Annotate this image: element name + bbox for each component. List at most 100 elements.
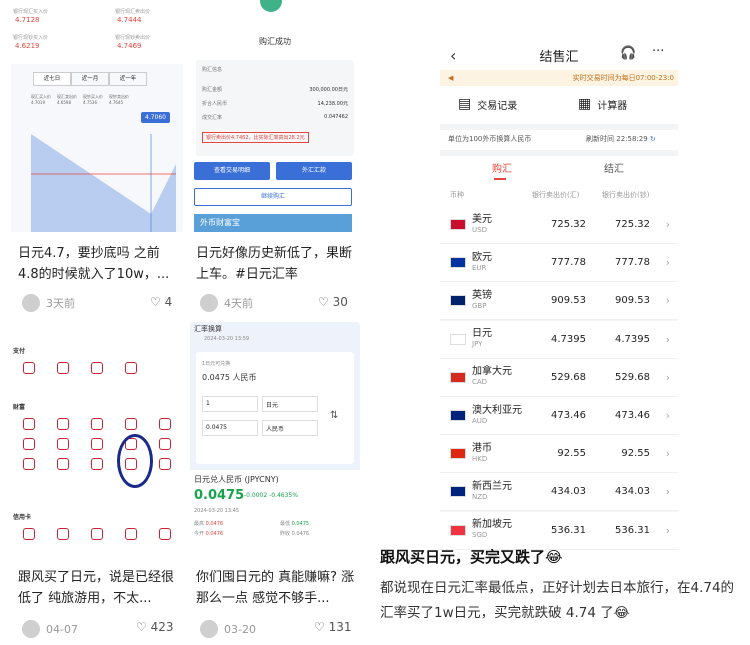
currency-row-hkd[interactable]: 港币 HKD 92.55 92.55 › [440,435,678,474]
card1-likes[interactable]: ♡ 4 [150,295,172,309]
currency-row-sgd[interactable]: 新加坡元 SGD 536.31 536.31 › [440,511,678,550]
currency-row-cad[interactable]: 加拿大元 CAD 529.68 529.68 › [440,358,678,397]
trade-records-button[interactable]: ▤ 交易记录 [458,96,517,112]
currency-name-cell: 港币 HKD [472,443,522,465]
flag-icon [450,486,466,498]
card3-likes[interactable]: ♡ 423 [136,620,174,634]
card2-caption[interactable]: 日元好像历史新低了，果断上车。#日元汇率 [196,243,356,285]
legend-value: 4.7536 [83,100,97,105]
currency-name: 新西兰元 [472,480,512,492]
wealth-icon[interactable] [15,438,43,450]
chevron-right-icon: › [665,332,670,346]
wealth-icon[interactable] [83,438,111,450]
tab-1y[interactable]: 近一年 [109,72,147,86]
pay-icon[interactable] [117,362,145,374]
wealth-icon[interactable] [151,438,179,450]
currency-row-aud[interactable]: 澳大利亚元 AUD 473.46 473.46 › [440,397,678,435]
currency-row-usd[interactable]: 美元 USD 725.32 725.32 › [440,206,678,244]
calculator-button[interactable]: ▦ 计算器 [578,96,627,112]
calculator-label: 计算器 [597,100,628,112]
card1-caption[interactable]: 日元4.7，要抄底吗 之前4.8的时候就入了10w，... [18,243,180,285]
card4-caption[interactable]: 你们囤日元的 真能赚嘛? 涨那么一点 感觉不够手... [196,567,356,609]
wealth-icon[interactable] [151,418,179,430]
pay-icon[interactable] [49,362,77,374]
currency-select[interactable]: 人民币 [262,420,318,436]
currency-row-jpy[interactable]: 日元 JPY 4.7395 4.7395 › [440,320,678,359]
currency-row-eur[interactable]: 欧元 EUR 777.78 777.78 › [440,244,678,283]
wealth-icon[interactable] [49,438,77,450]
calc-label: 1日元可兑换 [202,361,231,367]
spot-sell-value: 92.55 [557,448,586,460]
credit-icons [15,528,179,540]
amount-input[interactable]: 1 [202,396,258,412]
more-icon[interactable]: ··· [652,44,664,59]
headset-icon[interactable]: 🎧 [620,46,636,61]
label: 银行现汇卖出价 [115,9,151,15]
pay-icon[interactable] [83,362,111,374]
tab-1m[interactable]: 近一月 [71,72,109,86]
avatar[interactable] [200,294,218,312]
stat-label: 今开 [194,531,205,537]
currency-name: 港币 [472,442,492,454]
card3-caption[interactable]: 跟风买了日元，说是已经很低了 纯旅游用，不太... [18,567,180,609]
tab-sell[interactable]: 结汇 [604,160,624,175]
result-input[interactable]: 0.0475 [202,420,258,436]
wealth-icon[interactable] [151,458,179,470]
post-title: 跟风买日元，买完又跌了😂 [380,548,563,566]
range-tabs: 近七日 近一月 近一年 [33,72,147,86]
avatar[interactable] [22,294,40,312]
transfer-button[interactable]: 外汇汇款 [276,162,352,180]
credit-icon[interactable] [117,528,145,540]
section-pay: 支付 [13,348,26,355]
card2-likes[interactable]: ♡ 30 [318,295,348,309]
credit-icon[interactable] [49,528,77,540]
currency-name-cell: 新西兰元 NZD [472,481,522,503]
currency-code: EUR [472,263,487,272]
card1-image[interactable]: 银行现汇买入价 4.7128 银行现汇卖出价 4.7444 银行现钞买入价 4.… [5,0,185,232]
spot-sell-value: 536.31 [551,524,586,536]
credit-icon[interactable] [15,528,43,540]
credit-icon[interactable] [83,528,111,540]
legend-value: 4.6598 [57,100,71,105]
wealth-icon[interactable] [49,458,77,470]
wealth-icon[interactable] [15,458,43,470]
cash-sell-value: 92.55 [621,448,650,460]
promo-banner[interactable]: 外币财富宝 [194,214,352,232]
wealth-icon[interactable] [83,458,111,470]
wealth-icon[interactable] [15,418,43,430]
avatar[interactable] [200,620,218,638]
quote-time: 2024-03-20 13:45 [194,508,240,514]
currency-name: 加拿大元 [472,366,512,378]
pair-name: 日元兑人民币 (JPYCNY) [194,475,279,484]
currency-name: 新加坡元 [472,519,512,531]
pay-icon[interactable] [15,362,43,374]
card2-image[interactable]: 购汇成功 购汇信息 购汇金额 300,000.00日元 折合人民币 14,238… [190,0,360,232]
notice-bar: ◀ 实时交易时间为每日07:00-23:0 [440,70,678,86]
card4-image[interactable]: 汇率换算 2024-03-20 13:59 1日元可兑换 0.0475 人民币 … [190,322,360,560]
wealth-icon[interactable] [117,418,145,430]
tab-7d[interactable]: 近七日 [33,72,71,86]
continue-button[interactable]: 继续购汇 [194,188,352,206]
avatar[interactable] [22,620,40,638]
view-detail-button[interactable]: 查看交易明细 [194,162,270,180]
cash-sell-value: 725.32 [615,219,650,230]
card4-likes[interactable]: ♡ 131 [314,620,352,634]
wealth-icon[interactable] [49,418,77,430]
chart-area [31,134,176,232]
currency-row-nzd[interactable]: 新西兰元 NZD 434.03 434.03 › [440,473,678,512]
spot-sell-value: 473.46 [551,410,586,421]
currency-select[interactable]: 日元 [262,396,318,412]
card3-image[interactable]: 支付 财富 信用卡 [5,322,185,560]
refresh-icon[interactable]: ↻ [650,135,656,143]
credit-icon[interactable] [151,528,179,540]
unit-note: 单位为100外币换算人民币 [448,135,532,143]
section-credit: 信用卡 [13,514,32,521]
like-count: 4 [164,295,173,309]
pay-icons [15,362,179,374]
success-title: 购汇成功 [259,37,291,46]
wealth-icon[interactable] [83,418,111,430]
swap-icon[interactable]: ⇅ [330,410,338,421]
refresh-info[interactable]: 刷新时间 22:58:29 ↻ [586,134,656,144]
currency-row-gbp[interactable]: 英镑 GBP 909.53 909.53 › [440,282,678,321]
tab-buy[interactable]: 购汇 [492,160,512,175]
